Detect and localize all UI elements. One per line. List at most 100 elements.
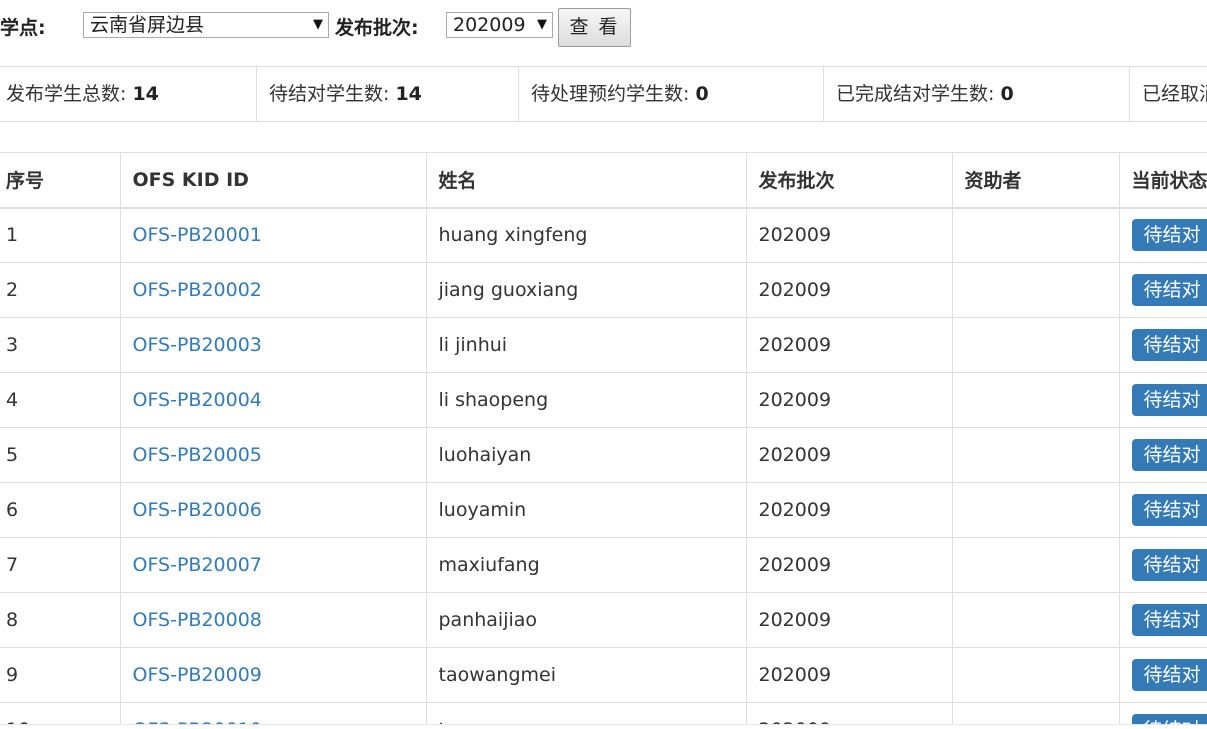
header-name: 姓名 <box>425 152 746 209</box>
row-kid-id-cell: OFS-PB20009 <box>119 647 426 703</box>
table-row: 3 OFS-PB20003 li jinhui 202009 待结对 <box>0 317 1207 373</box>
row-batch: 202009 <box>745 372 952 428</box>
row-index: 5 <box>0 427 120 483</box>
viewport-bottom-edge <box>0 724 1207 729</box>
site-select-value: 云南省屏边县 <box>90 14 205 36</box>
header-index: 序号 <box>0 152 120 209</box>
row-batch: 202009 <box>745 537 952 593</box>
row-kid-id-cell: OFS-PB20004 <box>119 372 426 428</box>
row-sponsor <box>951 427 1119 483</box>
stat-value: 0 <box>695 83 709 105</box>
roster-table: 序号 OFS KID ID 姓名 发布批次 资助者 当前状态 1 OFS-PB2… <box>0 152 1207 729</box>
header-sponsor: 资助者 <box>951 152 1119 209</box>
site-select[interactable]: 云南省屏边县 ▼ <box>83 12 329 38</box>
kid-id-link[interactable]: OFS-PB20008 <box>133 609 262 631</box>
status-badge[interactable]: 待结对 <box>1131 384 1207 416</box>
table-row: 6 OFS-PB20006 luoyamin 202009 待结对 <box>0 482 1207 538</box>
row-name: luohaiyan <box>425 427 746 483</box>
site-label: 助学点: <box>0 17 46 39</box>
row-batch: 202009 <box>745 427 952 483</box>
kid-id-link[interactable]: OFS-PB20006 <box>133 499 262 521</box>
query-button[interactable]: 查 看 <box>558 8 631 47</box>
status-badge[interactable]: 待结对 <box>1131 494 1207 526</box>
batch-label: 发布批次: <box>335 17 419 39</box>
row-status-cell: 待结对 <box>1118 482 1207 538</box>
status-badge[interactable]: 待结对 <box>1131 219 1207 252</box>
row-kid-id-cell: OFS-PB20001 <box>119 207 426 263</box>
row-index: 8 <box>0 592 120 648</box>
row-index: 6 <box>0 482 120 538</box>
row-sponsor <box>951 592 1119 648</box>
row-kid-id-cell: OFS-PB20003 <box>119 317 426 373</box>
row-batch: 202009 <box>745 262 952 318</box>
kid-id-link[interactable]: OFS-PB20001 <box>133 224 262 246</box>
stat-label: 发布学生总数: <box>6 83 133 105</box>
row-name: li shaopeng <box>425 372 746 428</box>
stat-label: 待结对学生数: <box>269 83 396 105</box>
stat-pending-pairing: 待结对学生数: 14 <box>256 67 518 121</box>
row-batch: 202009 <box>745 647 952 703</box>
status-badge[interactable]: 待结对 <box>1131 549 1207 581</box>
row-kid-id-cell: OFS-PB20006 <box>119 482 426 538</box>
header-kid-id: OFS KID ID <box>119 152 426 209</box>
stat-cancelled: 已经取消 <box>1129 67 1207 121</box>
status-badge[interactable]: 待结对 <box>1131 604 1207 636</box>
kid-id-link[interactable]: OFS-PB20003 <box>133 334 262 356</box>
row-status-cell: 待结对 <box>1118 372 1207 428</box>
row-index: 2 <box>0 262 120 318</box>
stats-bar: 发布学生总数: 14 待结对学生数: 14 待处理预约学生数: 0 已完成结对学… <box>0 66 1207 122</box>
table-row: 8 OFS-PB20008 panhaijiao 202009 待结对 <box>0 592 1207 648</box>
kid-id-link[interactable]: OFS-PB20007 <box>133 554 262 576</box>
batch-select[interactable]: 202009 ▼ <box>446 12 553 38</box>
status-badge[interactable]: 待结对 <box>1131 439 1207 471</box>
row-status-cell: 待结对 <box>1118 262 1207 318</box>
header-status: 当前状态 <box>1118 152 1207 209</box>
table-row: 9 OFS-PB20009 taowangmei 202009 待结对 <box>0 647 1207 703</box>
row-name: panhaijiao <box>425 592 746 648</box>
row-status-cell: 待结对 <box>1118 647 1207 703</box>
stat-total-published: 发布学生总数: 14 <box>0 67 256 121</box>
row-sponsor <box>951 537 1119 593</box>
stat-value: 0 <box>1000 83 1014 105</box>
table-row: 7 OFS-PB20007 maxiufang 202009 待结对 <box>0 537 1207 593</box>
stat-value: 14 <box>395 83 422 105</box>
kid-id-link[interactable]: OFS-PB20004 <box>133 389 262 411</box>
kid-id-link[interactable]: OFS-PB20002 <box>133 279 262 301</box>
status-badge[interactable]: 待结对 <box>1131 329 1207 361</box>
row-name: maxiufang <box>425 537 746 593</box>
row-kid-id-cell: OFS-PB20008 <box>119 592 426 648</box>
row-sponsor <box>951 372 1119 428</box>
table-row: 2 OFS-PB20002 jiang guoxiang 202009 待结对 <box>0 262 1207 318</box>
row-batch: 202009 <box>745 317 952 373</box>
row-name: huang xingfeng <box>425 207 746 263</box>
kid-id-link[interactable]: OFS-PB20005 <box>133 444 262 466</box>
row-index: 3 <box>0 317 120 373</box>
row-sponsor <box>951 262 1119 318</box>
row-batch: 202009 <box>745 207 952 263</box>
row-index: 7 <box>0 537 120 593</box>
stat-label: 已完成结对学生数: <box>836 83 1001 105</box>
table-row: 5 OFS-PB20005 luohaiyan 202009 待结对 <box>0 427 1207 483</box>
row-status-cell: 待结对 <box>1118 207 1207 263</box>
chevron-down-icon: ▼ <box>537 17 547 32</box>
row-kid-id-cell: OFS-PB20007 <box>119 537 426 593</box>
batch-select-value: 202009 <box>453 14 526 36</box>
row-name: li jinhui <box>425 317 746 373</box>
stat-value: 14 <box>132 83 159 105</box>
status-badge[interactable]: 待结对 <box>1131 274 1207 306</box>
stat-completed-pairing: 已完成结对学生数: 0 <box>823 67 1129 121</box>
kid-id-link[interactable]: OFS-PB20009 <box>133 664 262 686</box>
row-status-cell: 待结对 <box>1118 592 1207 648</box>
table-row: 4 OFS-PB20004 li shaopeng 202009 待结对 <box>0 372 1207 428</box>
stat-label: 已经取消 <box>1142 83 1207 105</box>
row-status-cell: 待结对 <box>1118 317 1207 373</box>
student-roster-page: 助学点: 云南省屏边县 ▼ 发布批次: 202009 ▼ 查 看 发布学生总数:… <box>0 0 1207 729</box>
row-batch: 202009 <box>745 482 952 538</box>
status-badge[interactable]: 待结对 <box>1131 659 1207 691</box>
header-batch: 发布批次 <box>745 152 952 209</box>
row-status-cell: 待结对 <box>1118 537 1207 593</box>
row-index: 4 <box>0 372 120 428</box>
row-sponsor <box>951 482 1119 538</box>
row-sponsor <box>951 317 1119 373</box>
row-sponsor <box>951 647 1119 703</box>
